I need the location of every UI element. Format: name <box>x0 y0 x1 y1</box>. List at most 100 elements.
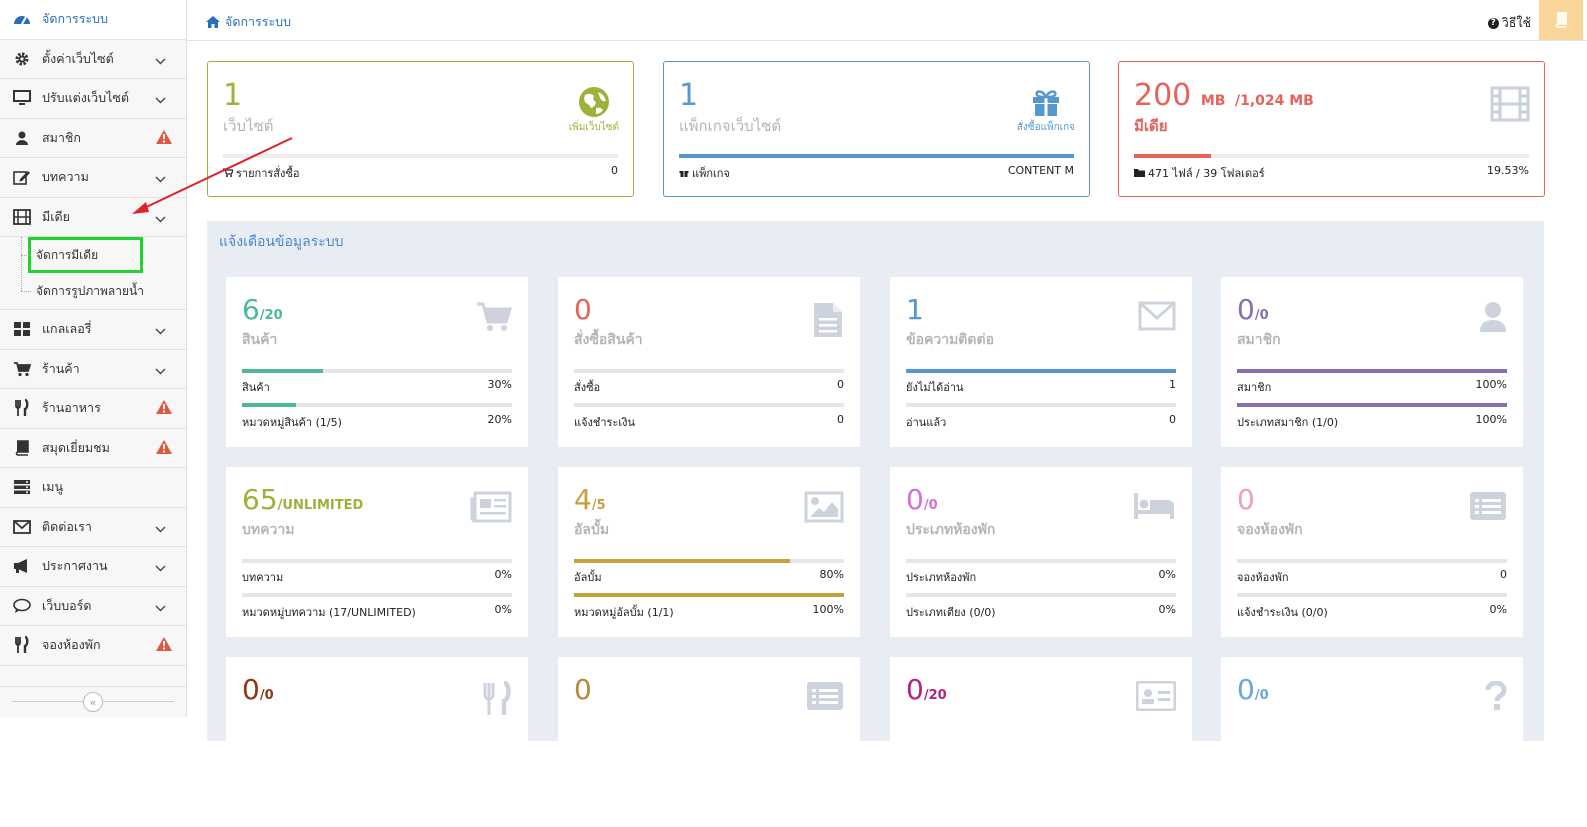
breadcrumb[interactable]: จัดการระบบ <box>205 12 291 32</box>
stat-row-2: หมวดหมู่สินค้า (1/5) 20% <box>242 413 512 429</box>
newspaper-icon <box>470 491 512 526</box>
stat-name: ประเภทห้องพัก <box>906 522 996 538</box>
chevron-down-icon <box>155 600 166 615</box>
stat-value: 1 <box>906 293 924 326</box>
stat-progress-1 <box>906 369 1176 373</box>
stat-progress-2 <box>574 593 844 597</box>
stat-name: อัลบั้ม <box>574 522 610 538</box>
summary-card-0: 1 เว็บไซต์ เพิ่มเว็บไซต์ รายการสั่งซื้อ … <box>207 61 634 197</box>
stat-row-1: สินค้า 30% <box>242 378 512 394</box>
home-icon <box>206 16 220 28</box>
stat-name: ข้อความติดต่อ <box>906 332 994 348</box>
footer-value: 0 <box>611 164 618 177</box>
gift-icon <box>1017 86 1075 118</box>
cutlery-icon <box>12 636 32 654</box>
sidebar-item-a4[interactable]: บทความ <box>0 158 186 198</box>
summary-action[interactable]: สั่งซื้อแพ็กเกจ <box>1017 90 1075 135</box>
summary-footer: รายการสั่งซื้อ 0 <box>223 164 618 182</box>
sidebar-item-b0[interactable]: แกลเลอรี่ <box>0 310 186 350</box>
stat-card-1[interactable]: 0 สั่งซื้อสินค้า สั่งซื้อ 0 แจ้งชำระเงิน 0 <box>558 277 860 447</box>
summary-title: เว็บไซต์ <box>223 117 274 135</box>
menu-icon <box>12 478 32 496</box>
stat-card-6[interactable]: 0/0 ประเภทห้องพัก ประเภทห้องพัก 0% ประเภท… <box>890 467 1192 637</box>
system-alerts-panel: แจ้งเตือนข้อมูลระบบ 6/20 สินค้า สินค้า 30… <box>207 221 1544 827</box>
chevron-down-icon <box>155 211 166 226</box>
file-icon <box>812 301 844 342</box>
stat-progress-1 <box>574 369 844 373</box>
sidebar-item-b4[interactable]: เมนู <box>0 468 186 508</box>
sidebar-item-b6[interactable]: ประกาศงาน <box>0 547 186 587</box>
sidebar-item-b1[interactable]: ร้านค้า <box>0 350 186 389</box>
stat-card-8[interactable]: 0/0 <box>226 657 528 827</box>
chevron-down-icon <box>155 171 166 186</box>
stat-row-2: ประเภทสมาชิก (1/0) 100% <box>1237 413 1507 429</box>
stat-card-7[interactable]: 0 จองห้องพัก จองห้องพัก 0 แจ้งชำระเงิน (0… <box>1221 467 1523 637</box>
user-icon <box>1479 301 1507 336</box>
sidebar-item-b3[interactable]: สมุดเยี่ยมชม <box>0 429 186 468</box>
chevron-down-icon <box>155 521 166 536</box>
stat-card-2[interactable]: 1 ข้อความติดต่อ ยังไม่ได้อ่าน 1 อ่านแล้ว 0 <box>890 277 1192 447</box>
edit-icon <box>12 168 32 186</box>
sidebar-item-b8[interactable]: จองห้องพัก <box>0 626 186 666</box>
stat-value: 6/20 <box>242 293 283 326</box>
stat-progress-1 <box>1237 369 1507 373</box>
stat-card-11[interactable]: 0/0 <box>1221 657 1523 827</box>
sidebar-item-a3[interactable]: สมาชิก <box>0 119 186 158</box>
footer-icon <box>679 167 689 180</box>
manual-button[interactable] <box>1539 0 1583 40</box>
warning-icon <box>156 400 172 417</box>
stat-card-9[interactable]: 0 <box>558 657 860 827</box>
stat-value: 4/5 <box>574 483 606 516</box>
stat-row-2: หมวดหมู่บทความ (17/UNLIMITED) 0% <box>242 603 512 619</box>
stat-row-2: หมวดหมู่อัลบั้ม (1/1) 100% <box>574 603 844 619</box>
help-link[interactable]: ? วิธีใช้ <box>1487 13 1531 33</box>
sidebar-item-label: เมนู <box>42 479 64 495</box>
summary-progress <box>679 154 1074 158</box>
sidebar-item-b5[interactable]: ติดต่อเรา <box>0 508 186 547</box>
stat-value: 0/0 <box>906 483 938 516</box>
stat-card-0[interactable]: 6/20 สินค้า สินค้า 30% หมวดหมู่สินค้า (1/… <box>226 277 528 447</box>
stat-value: 0/0 <box>1237 673 1269 706</box>
comments-icon <box>12 597 32 615</box>
sidebar-item-a2[interactable]: ปรับแต่งเว็บไซต์ <box>0 79 186 119</box>
summary-action[interactable]: เพิ่มเว็บไซต์ <box>569 87 619 135</box>
stat-name: สินค้า <box>242 332 278 348</box>
stat-progress-2 <box>574 403 844 407</box>
summary-card-2: 200 MB /1,024 MB มีเดีย 471 ไฟล์ / 39 โฟ… <box>1118 61 1545 197</box>
sidebar-item-a1[interactable]: ตั้งค่าเว็บไซต์ <box>0 40 186 79</box>
stat-card-3[interactable]: 0/0 สมาชิก สมาชิก 100% ประเภทสมาชิก (1/0)… <box>1221 277 1523 447</box>
summary-title: มีเดีย <box>1134 117 1168 135</box>
media-used-unit: MB <box>1200 93 1226 109</box>
sidebar: จัดการระบบ ตั้งค่าเว็บไซต์ ปรับแต่งเว็บไ… <box>0 0 187 717</box>
sidebar-item-a0[interactable]: จัดการระบบ <box>0 0 186 40</box>
film-icon <box>1490 86 1530 122</box>
stat-card-10[interactable]: 0/20 <box>890 657 1192 827</box>
stat-card-5[interactable]: 4/5 อัลบั้ม อัลบั้ม 80% หมวดหมู่อัลบั้ม (… <box>558 467 860 637</box>
sidebar-item-b2[interactable]: ร้านอาหาร <box>0 389 186 429</box>
sidebar-collapse-bar: « <box>0 686 186 717</box>
sidebar-item-b7[interactable]: เว็บบอร์ด <box>0 587 186 626</box>
stat-value: 65/UNLIMITED <box>242 483 364 516</box>
envelope-icon <box>1138 301 1176 334</box>
media-used-value: 200 <box>1134 78 1192 113</box>
image-icon <box>804 491 844 526</box>
stat-row-1: ยังไม่ได้อ่าน 1 <box>906 378 1176 394</box>
sidebar-sub-manage-media[interactable]: จัดการมีเดีย <box>21 237 143 273</box>
panel-title: แจ้งเตือนข้อมูลระบบ <box>219 234 344 250</box>
stat-row-1: บทความ 0% <box>242 568 512 584</box>
footer-value: 19.53% <box>1487 164 1529 177</box>
sidebar-item-a5[interactable]: มีเดีย <box>0 198 186 237</box>
footer-icon <box>1134 167 1145 180</box>
media-submenu: จัดการมีเดีย จัดการรูปภาพลายน้ำ <box>0 237 186 310</box>
stat-card-4[interactable]: 65/UNLIMITED บทความ บทความ 0% หมวดหมู่บทค… <box>226 467 528 637</box>
chevron-down-icon <box>155 363 166 378</box>
summary-progress <box>1134 154 1529 158</box>
topbar: จัดการระบบ ? วิธีใช้ <box>187 0 1587 41</box>
collapse-sidebar-button[interactable]: « <box>83 692 103 712</box>
chevron-down-icon <box>155 560 166 575</box>
warning-icon <box>156 439 172 457</box>
stat-name: บทความ <box>242 522 295 538</box>
stat-value: 0 <box>1237 483 1255 516</box>
sidebar-sub-watermark[interactable]: จัดการรูปภาพลายน้ำ <box>0 273 186 309</box>
stat-row-2: แจ้งชำระเงิน (0/0) 0% <box>1237 603 1507 619</box>
